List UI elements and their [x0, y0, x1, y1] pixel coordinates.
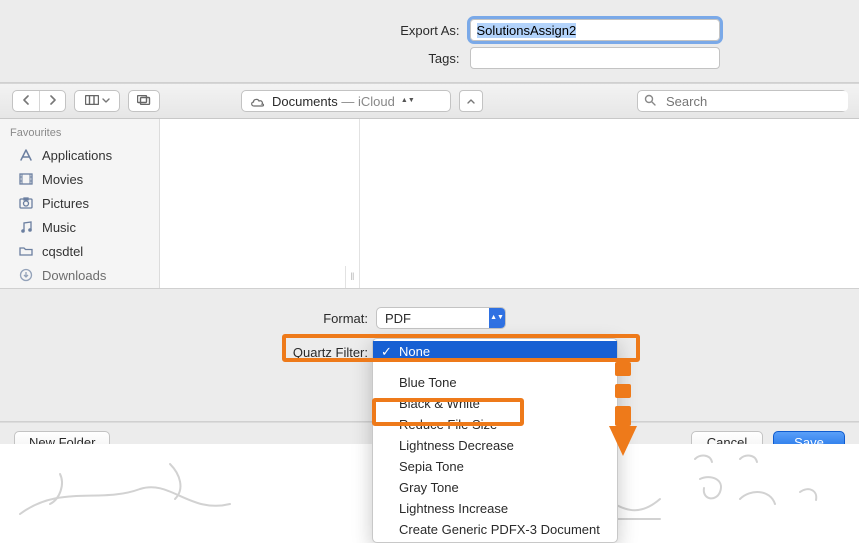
nav-back-button[interactable]: [13, 91, 39, 111]
column-resize-handle[interactable]: ‖: [345, 266, 359, 288]
view-mode-segment: [74, 90, 120, 112]
tags-input[interactable]: [470, 47, 720, 69]
dropdown-item-label: Sepia Tone: [399, 459, 464, 474]
sidebar-item-folder[interactable]: cqsdtel: [0, 239, 159, 263]
sidebar-item-label: Applications: [42, 148, 112, 163]
dropdown-item-label: None: [399, 344, 430, 359]
dropdown-item-label: Gray Tone: [399, 480, 459, 495]
sidebar-item-label: Music: [42, 220, 76, 235]
updown-icon: ▲▼: [489, 308, 505, 328]
dropdown-item-black-white[interactable]: Black & White: [373, 393, 617, 414]
applications-icon: [18, 147, 34, 163]
dropdown-item-gray-tone[interactable]: Gray Tone: [373, 477, 617, 498]
dropdown-item-lightness-decrease[interactable]: Lightness Decrease: [373, 435, 617, 456]
nav-back-forward: [12, 90, 66, 112]
group-segment: [128, 90, 160, 112]
location-name: Documents: [272, 94, 338, 109]
tags-label: Tags:: [140, 51, 460, 66]
sidebar-item-movies[interactable]: Movies: [0, 167, 159, 191]
quartz-filter-dropdown[interactable]: None Blue Tone Black & White Reduce File…: [372, 338, 618, 543]
sidebar-item-label: cqsdtel: [42, 244, 83, 259]
file-column-2[interactable]: [360, 119, 859, 288]
dropdown-item-label: Reduce File Size: [399, 417, 497, 432]
export-as-label: Export As:: [140, 23, 460, 38]
dropdown-item-label: Lightness Increase: [399, 501, 508, 516]
quartz-filter-label: Quartz Filter:: [0, 345, 368, 360]
file-browser-toolbar: Documents — iCloud ▲▼: [0, 83, 859, 119]
sidebar-item-label: Movies: [42, 172, 83, 187]
group-icon: [137, 95, 151, 108]
sidebar-item-music[interactable]: Music: [0, 215, 159, 239]
sidebar: Favourites Applications Movies Pictures …: [0, 119, 160, 288]
music-icon: [18, 219, 34, 235]
sidebar-item-label: Downloads: [42, 268, 106, 283]
cloud-icon: [250, 96, 266, 107]
file-browser: Favourites Applications Movies Pictures …: [0, 119, 859, 289]
export-as-input[interactable]: [470, 19, 720, 41]
search-icon: [644, 94, 656, 109]
dropdown-item-label: Black & White: [399, 396, 480, 411]
nav-forward-button[interactable]: [39, 91, 65, 111]
export-header-panel: Export As: Tags:: [0, 0, 859, 83]
movies-icon: [18, 171, 34, 187]
location-popup[interactable]: Documents — iCloud ▲▼: [241, 90, 451, 112]
chevron-up-icon: [467, 96, 475, 107]
dropdown-item-lightness-increase[interactable]: Lightness Increase: [373, 498, 617, 519]
pictures-icon: [18, 195, 34, 211]
chevron-left-icon: [22, 95, 30, 108]
collapse-button[interactable]: [459, 90, 483, 112]
location-suffix: — iCloud: [338, 94, 395, 109]
dropdown-item-reduce-file-size[interactable]: Reduce File Size: [373, 414, 617, 435]
format-value: PDF: [385, 311, 411, 326]
format-popup[interactable]: PDF ▲▼: [376, 307, 506, 329]
sidebar-item-label: Pictures: [42, 196, 89, 211]
dropdown-item-label: Lightness Decrease: [399, 438, 514, 453]
folder-icon: [18, 243, 34, 259]
dropdown-item-label: Blue Tone: [399, 375, 457, 390]
search-field-wrap[interactable]: [637, 90, 847, 112]
view-mode-button[interactable]: [75, 91, 119, 111]
dropdown-item-sepia-tone[interactable]: Sepia Tone: [373, 456, 617, 477]
dropdown-item-blue-tone[interactable]: Blue Tone: [373, 372, 617, 393]
file-column-1[interactable]: ‖: [160, 119, 360, 288]
sidebar-item-downloads[interactable]: Downloads: [0, 263, 159, 287]
chevron-down-icon: [102, 95, 110, 107]
format-label: Format:: [0, 311, 368, 326]
updown-icon: ▲▼: [401, 93, 415, 109]
downloads-icon: [18, 267, 34, 283]
dropdown-item-none[interactable]: None: [373, 341, 617, 362]
group-button[interactable]: [129, 91, 159, 111]
chevron-right-icon: [49, 95, 57, 108]
location-area: Documents — iCloud ▲▼: [241, 90, 483, 112]
sidebar-item-pictures[interactable]: Pictures: [0, 191, 159, 215]
search-input[interactable]: [660, 91, 848, 111]
dropdown-item-pdfx3[interactable]: Create Generic PDFX-3 Document: [373, 519, 617, 540]
columns-icon: [85, 95, 99, 108]
sidebar-header: Favourites: [0, 123, 159, 143]
sidebar-item-applications[interactable]: Applications: [0, 143, 159, 167]
